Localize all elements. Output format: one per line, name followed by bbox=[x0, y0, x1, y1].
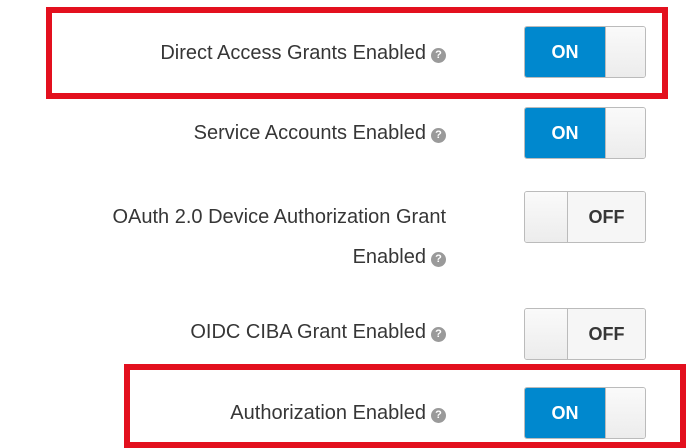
setting-label-service-accounts: Service Accounts Enabled? bbox=[194, 116, 446, 150]
question-circle-icon[interactable]: ? bbox=[431, 48, 446, 63]
client-capability-settings: Direct Access Grants Enabled? ON Service… bbox=[0, 0, 686, 448]
question-circle-icon[interactable]: ? bbox=[431, 327, 446, 342]
toggle-knob bbox=[605, 27, 645, 77]
toggle-state-label: OFF bbox=[568, 309, 645, 359]
setting-label-oauth-device-grant-line2: Enabled? bbox=[353, 240, 446, 274]
toggle-direct-access-grants[interactable]: ON bbox=[524, 26, 646, 78]
toggle-knob bbox=[605, 108, 645, 158]
setting-label-oauth-device-grant: OAuth 2.0 Device Authorization Grant bbox=[112, 206, 446, 228]
toggle-state-label: ON bbox=[525, 388, 605, 438]
question-circle-icon[interactable]: ? bbox=[431, 252, 446, 267]
toggle-knob bbox=[525, 192, 568, 242]
toggle-oidc-ciba-grant[interactable]: OFF bbox=[524, 308, 646, 360]
toggle-state-label: ON bbox=[525, 108, 605, 158]
toggle-knob bbox=[525, 309, 568, 359]
setting-label-direct-access-grants: Direct Access Grants Enabled? bbox=[160, 36, 446, 70]
setting-label-oidc-ciba-grant: OIDC CIBA Grant Enabled? bbox=[190, 315, 446, 349]
question-circle-icon[interactable]: ? bbox=[431, 408, 446, 423]
toggle-authorization[interactable]: ON bbox=[524, 387, 646, 439]
toggle-service-accounts[interactable]: ON bbox=[524, 107, 646, 159]
toggle-knob bbox=[605, 388, 645, 438]
question-circle-icon[interactable]: ? bbox=[431, 128, 446, 143]
toggle-state-label: OFF bbox=[568, 192, 645, 242]
toggle-oauth-device-grant[interactable]: OFF bbox=[524, 191, 646, 243]
setting-label-authorization: Authorization Enabled? bbox=[230, 396, 446, 430]
toggle-state-label: ON bbox=[525, 27, 605, 77]
